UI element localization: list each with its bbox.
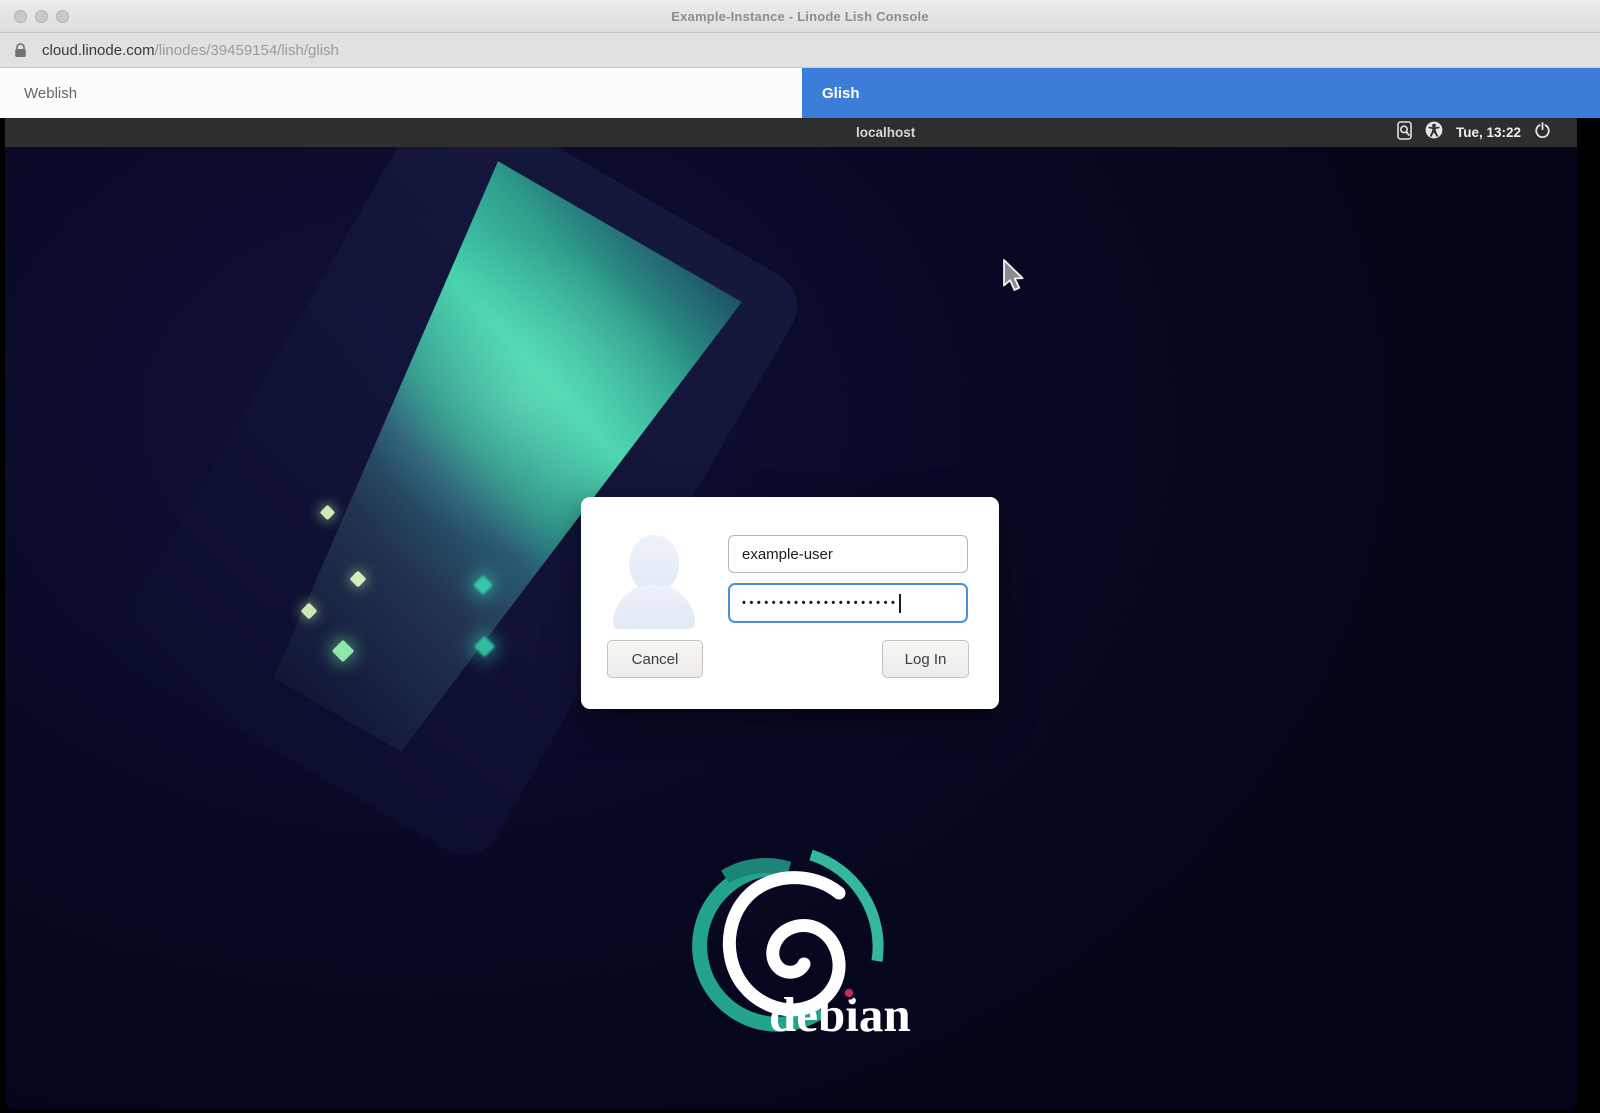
zoom-button[interactable] — [56, 10, 69, 23]
titlebar: Example-Instance - Linode Lish Console — [0, 0, 1600, 33]
debian-logo: debian — [655, 845, 917, 1047]
window-title: Example-Instance - Linode Lish Console — [671, 9, 929, 24]
password-masked-value: ••••••••••••••••••••• — [742, 598, 898, 609]
log-in-button[interactable]: Log In — [882, 640, 969, 678]
clock-label[interactable]: Tue, 13:22 — [1456, 125, 1521, 140]
user-avatar-icon — [613, 535, 695, 629]
url-domain: cloud.linode.com — [42, 42, 155, 59]
tab-glish[interactable]: Glish — [802, 68, 1600, 118]
cancel-button-label: Cancel — [632, 651, 679, 668]
tab-weblish[interactable]: Weblish — [0, 68, 802, 118]
text-caret — [899, 594, 901, 613]
tab-weblish-label: Weblish — [24, 85, 77, 102]
screen-reader-icon[interactable] — [1397, 121, 1412, 145]
debian-wordmark: debian — [769, 987, 911, 1042]
url-text: cloud.linode.com/linodes/39459154/lish/g… — [42, 42, 339, 59]
traffic-lights — [14, 0, 69, 32]
url-path: /linodes/39459154/lish/glish — [155, 42, 339, 59]
address-bar[interactable]: cloud.linode.com/linodes/39459154/lish/g… — [0, 33, 1600, 68]
gnome-top-bar: localhost Tue, 13:22 — [5, 118, 1577, 147]
lock-icon — [14, 43, 36, 58]
log-in-button-label: Log In — [905, 651, 947, 668]
login-dialog: example-user ••••••••••••••••••••• Cance… — [581, 497, 999, 709]
lish-tab-bar: Weblish Glish — [0, 68, 1600, 118]
cancel-button[interactable]: Cancel — [607, 640, 703, 678]
tab-glish-label: Glish — [822, 85, 860, 102]
minimize-button[interactable] — [35, 10, 48, 23]
hostname-label: localhost — [856, 118, 915, 147]
top-bar-status-area: Tue, 13:22 — [1397, 118, 1551, 147]
username-input[interactable]: example-user — [728, 535, 968, 573]
desktop: example-user ••••••••••••••••••••• Cance… — [5, 147, 1577, 1109]
accessibility-icon[interactable] — [1425, 121, 1443, 144]
remote-screen: localhost Tue, 13:22 — [5, 118, 1577, 1109]
browser-window: Example-Instance - Linode Lish Console c… — [0, 0, 1600, 1113]
glish-console: localhost Tue, 13:22 — [0, 118, 1600, 1113]
username-value: example-user — [742, 546, 833, 563]
password-input[interactable]: ••••••••••••••••••••• — [728, 583, 968, 623]
close-button[interactable] — [14, 10, 27, 23]
mouse-cursor — [1002, 259, 1028, 298]
power-icon[interactable] — [1534, 122, 1551, 144]
